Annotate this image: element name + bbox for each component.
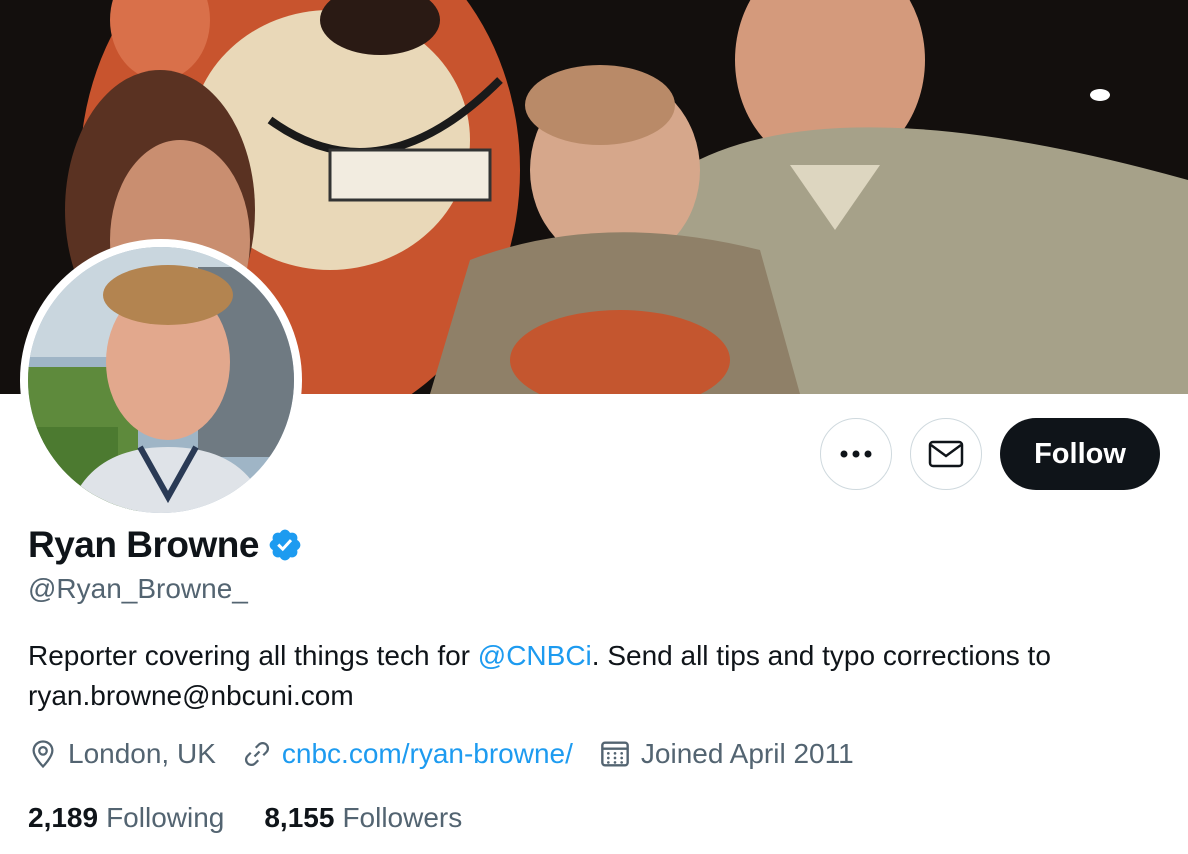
- profile-name-row: Ryan Browne: [28, 524, 303, 566]
- following-label: Following: [106, 802, 225, 833]
- profile-stats: 2,189 Following 8,155 Followers: [28, 802, 502, 834]
- more-horizontal-icon: [840, 450, 872, 458]
- envelope-icon: [928, 440, 964, 468]
- profile-handle: @Ryan_Browne_: [28, 573, 248, 604]
- website-link[interactable]: cnbc.com/ryan-browne/: [282, 738, 573, 770]
- calendar-icon: [601, 741, 629, 767]
- following-stat[interactable]: 2,189 Following: [28, 802, 224, 834]
- follow-button[interactable]: Follow: [1000, 418, 1160, 490]
- link-icon: [244, 741, 269, 767]
- bio-mention-link[interactable]: @CNBCi: [478, 640, 592, 671]
- profile-meta: London, UK cnbc.com/ryan-browne/ Joined …: [28, 738, 880, 770]
- verified-badge-icon[interactable]: [267, 527, 303, 563]
- followers-label: Followers: [342, 802, 463, 833]
- location-text: London, UK: [68, 738, 216, 769]
- bio-text-prefix: Reporter covering all things tech for: [28, 640, 478, 671]
- followers-stat[interactable]: 8,155 Followers: [264, 802, 462, 834]
- joined-text: Joined April 2011: [640, 738, 854, 769]
- profile-actions: Follow: [820, 418, 1160, 490]
- message-button[interactable]: [910, 418, 982, 490]
- profile-avatar[interactable]: [20, 239, 302, 521]
- joined-item: Joined April 2011: [599, 738, 854, 770]
- profile-bio: Reporter covering all things tech for @C…: [28, 636, 1158, 716]
- following-count: 2,189: [28, 802, 99, 833]
- avatar-photo: [28, 247, 294, 513]
- display-name: Ryan Browne: [28, 524, 259, 565]
- followers-count: 8,155: [264, 802, 335, 833]
- website-item: cnbc.com/ryan-browne/: [242, 738, 573, 770]
- location-pin-icon: [32, 740, 54, 769]
- more-options-button[interactable]: [820, 418, 892, 490]
- location-item: London, UK: [28, 738, 216, 770]
